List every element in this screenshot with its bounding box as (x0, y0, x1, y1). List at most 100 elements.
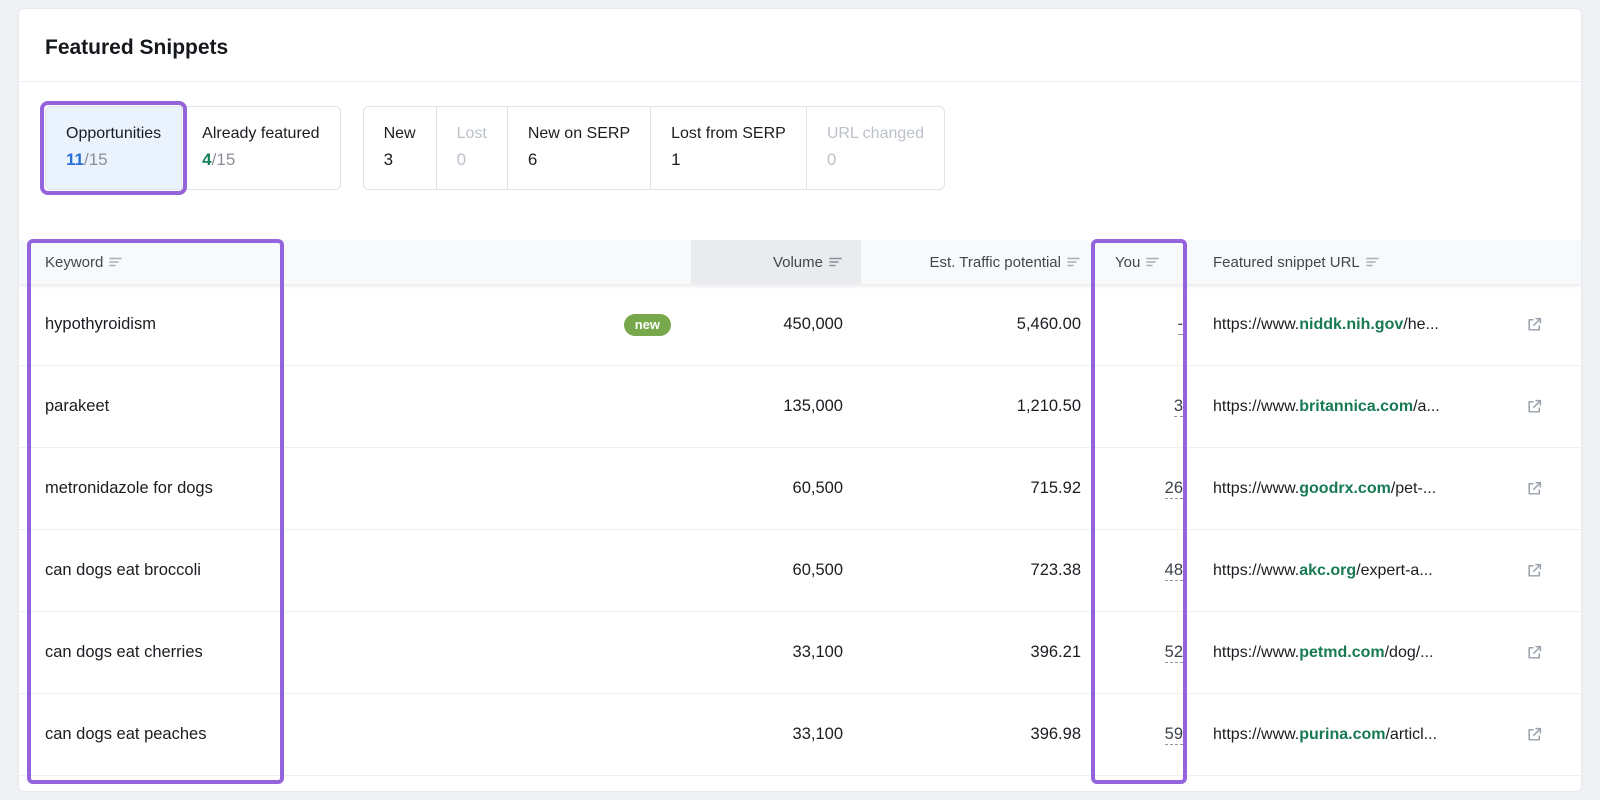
volume-cell: 33,100 (792, 725, 843, 743)
url-prefix: https://www. (1213, 725, 1300, 743)
snippet-url-link[interactable]: https://www.niddk.nih.gov/he... (1213, 316, 1439, 334)
you-position-link[interactable]: 48 (1164, 561, 1183, 581)
snippet-url-link[interactable]: https://www.britannica.com/a... (1213, 398, 1440, 416)
you-cell: 59 (1097, 725, 1209, 745)
keyword-text: hypothyroidism (45, 315, 156, 333)
volume-cell: 450,000 (783, 315, 843, 333)
controls-row: Opportunities 11/15 Already featured 4/1… (19, 82, 1581, 216)
panel-header: Featured Snippets (19, 9, 1581, 82)
traffic-cell: 396.98 (1030, 725, 1081, 743)
filter-new-on-serp[interactable]: New on SERP 6 (506, 106, 652, 190)
you-cell: 48 (1097, 561, 1209, 581)
header-traffic: Est. Traffic potential (861, 240, 1097, 284)
tab-label: Opportunities (66, 125, 162, 142)
header-volume: Volume (691, 240, 861, 284)
url-cell: https://www.goodrx.com/pet-... (1209, 480, 1581, 498)
tab-count-value: 4 (202, 150, 212, 169)
table-row: can dogs eat cherries 33,100 396.21 52 h… (19, 612, 1581, 694)
keyword-cell: metronidazole for dogs (19, 479, 295, 498)
external-link-icon[interactable] (1526, 398, 1543, 415)
keyword-cell: can dogs eat cherries (19, 643, 295, 662)
you-position-link[interactable]: 26 (1164, 479, 1183, 499)
sort-icon (109, 256, 123, 268)
tab-count-value: 11 (66, 150, 84, 169)
sort-icon (1067, 256, 1081, 268)
url-path: /articl... (1385, 725, 1438, 743)
filter-lost-from-serp[interactable]: Lost from SERP 1 (650, 106, 807, 190)
filter-label: New (383, 125, 416, 142)
url-path: /pet-... (1390, 479, 1437, 497)
url-cell: https://www.purina.com/articl... (1209, 726, 1581, 744)
filter-label: New on SERP (527, 125, 631, 142)
table-row: parakeet 135,000 1,210.50 3 https://www.… (19, 366, 1581, 448)
keyword-text: can dogs eat cherries (45, 643, 203, 661)
volume-cell: 60,500 (792, 479, 843, 497)
you-cell: 3 (1097, 397, 1209, 417)
new-badge: new (623, 313, 671, 336)
header-traffic-label: Est. Traffic potential (929, 253, 1061, 271)
snippet-url-link[interactable]: https://www.goodrx.com/pet-... (1213, 480, 1436, 498)
filter-label: Lost from SERP (671, 125, 786, 142)
url-path: /dog/... (1384, 643, 1434, 661)
filter-count: 0 (826, 150, 837, 169)
url-domain: akc.org (1299, 561, 1357, 579)
external-link-icon[interactable] (1526, 316, 1543, 333)
header-volume-sort[interactable]: Volume (773, 254, 843, 271)
you-position-link[interactable]: - (1177, 315, 1183, 335)
filter-label: URL changed (826, 125, 925, 142)
table-header: Keyword Volume Est. Traffic potential Yo… (19, 240, 1581, 284)
filter-new[interactable]: New 3 (362, 106, 437, 190)
you-position-link[interactable]: 52 (1164, 643, 1183, 663)
tab-count-total: /15 (83, 150, 108, 169)
url-domain: petmd.com (1299, 643, 1385, 661)
url-path: /expert-a... (1356, 561, 1433, 579)
external-link-icon[interactable] (1526, 480, 1543, 497)
snippet-url-link[interactable]: https://www.purina.com/articl... (1213, 726, 1437, 744)
filter-lost[interactable]: Lost 0 (435, 106, 508, 190)
traffic-cell: 723.38 (1030, 561, 1081, 579)
sort-icon (1365, 256, 1380, 268)
external-link-icon[interactable] (1526, 562, 1543, 579)
you-position-link[interactable]: 59 (1164, 725, 1183, 745)
url-prefix: https://www. (1213, 479, 1300, 497)
external-link-icon[interactable] (1526, 726, 1543, 743)
sort-icon (829, 256, 843, 268)
keyword-cell: can dogs eat peaches (19, 725, 295, 744)
header-keyword: Keyword (19, 240, 295, 284)
url-domain: britannica.com (1299, 397, 1414, 415)
volume-cell: 135,000 (783, 397, 843, 415)
url-cell: https://www.petmd.com/dog/... (1209, 644, 1581, 662)
filter-count: 3 (383, 150, 394, 169)
you-cell: - (1097, 315, 1209, 335)
header-you: You (1097, 240, 1209, 284)
tab-count-total: /15 (211, 150, 236, 169)
tab-already-featured[interactable]: Already featured 4/15 (181, 106, 341, 190)
you-position-link[interactable]: 3 (1173, 397, 1183, 417)
table-row: can dogs eat broccoli 60,500 723.38 48 h… (19, 530, 1581, 612)
url-domain: goodrx.com (1299, 479, 1391, 497)
filter-url-changed[interactable]: URL changed 0 (805, 106, 946, 190)
keyword-text: parakeet (45, 397, 110, 415)
url-domain: purina.com (1299, 725, 1386, 743)
header-keyword-sort[interactable]: Keyword (45, 254, 123, 271)
traffic-cell: 5,460.00 (1016, 315, 1081, 333)
snippet-url-link[interactable]: https://www.petmd.com/dog/... (1213, 644, 1434, 662)
table-row: metronidazole for dogs 60,500 715.92 26 … (19, 448, 1581, 530)
header-url-sort[interactable]: Featured snippet URL (1213, 254, 1380, 271)
keyword-cell: parakeet (19, 397, 295, 416)
featured-snippets-panel: Featured Snippets Opportunities 11/15 Al… (18, 8, 1582, 792)
url-prefix: https://www. (1213, 397, 1300, 415)
header-traffic-sort[interactable]: Est. Traffic potential (930, 254, 1081, 271)
header-you-sort[interactable]: You (1115, 254, 1160, 271)
filter-group: New 3 Lost 0 New on SERP 6 Lost from SER… (362, 106, 946, 190)
url-cell: https://www.britannica.com/a... (1209, 398, 1581, 416)
snippet-url-link[interactable]: https://www.akc.org/expert-a... (1213, 562, 1433, 580)
keyword-cell: can dogs eat broccoli (19, 561, 295, 580)
filter-label: Lost (456, 125, 487, 142)
tab-opportunities[interactable]: Opportunities 11/15 (39, 101, 188, 195)
table-body: hypothyroidism new 450,000 5,460.00 - ht… (19, 284, 1581, 776)
keyword-text: can dogs eat broccoli (45, 561, 201, 579)
external-link-icon[interactable] (1526, 644, 1543, 661)
badge-cell: new (295, 313, 691, 336)
traffic-cell: 1,210.50 (1016, 397, 1081, 415)
